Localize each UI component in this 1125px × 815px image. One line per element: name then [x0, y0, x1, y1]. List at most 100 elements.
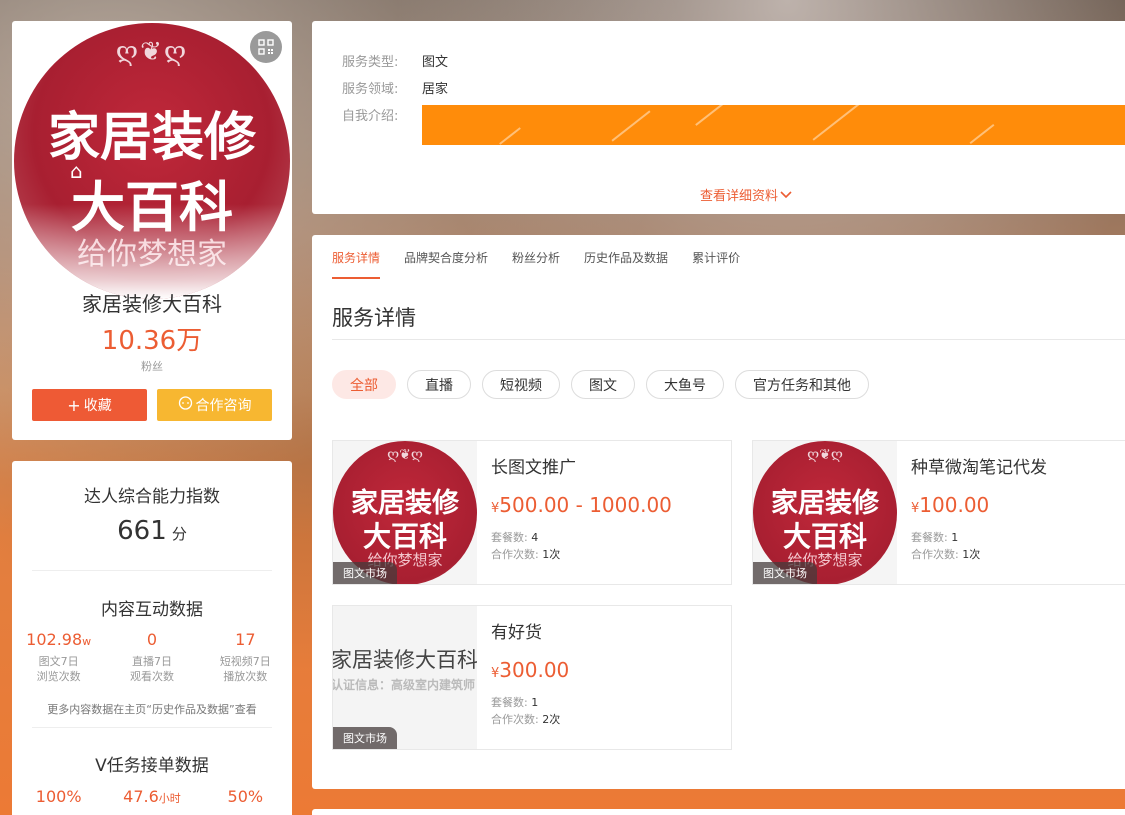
- intro-label: 自我介绍:: [342, 109, 399, 124]
- stat-value: 0: [146, 630, 158, 649]
- cooperation-count: 合作次数: 2次: [491, 711, 560, 727]
- banner-streak: [695, 105, 725, 126]
- favorite-button[interactable]: + 收藏: [32, 389, 147, 421]
- service-type-label: 服务类型:: [342, 55, 399, 70]
- chevron-down-icon: [780, 190, 792, 198]
- stat-value: 50%: [227, 787, 264, 806]
- plus-icon: +: [67, 395, 81, 415]
- interaction-title: 内容互动数据: [101, 600, 203, 620]
- package-count: 套餐数: 1: [491, 694, 538, 710]
- stat-item: 47.6小时: [105, 787, 198, 806]
- service-thumbnail: ღ❦ღ 家居装修 大百科 给你梦想家 图文市场: [333, 441, 477, 584]
- stat-label: 图文7日: [38, 655, 79, 668]
- service-card[interactable]: 家居装修大百科 认证信息：高级室内建筑师 图文市场 有好货 ¥300.00 套餐…: [332, 605, 732, 750]
- service-name: 长图文推广: [491, 458, 576, 478]
- package-count: 套餐数: 4: [491, 529, 538, 545]
- tab-brand-fit[interactable]: 品牌契合度分析: [404, 249, 488, 279]
- stat-label: 浏览次数: [36, 670, 81, 683]
- vtask-stats: 100% 47.6小时 50%: [12, 787, 292, 806]
- banner-streak: [969, 123, 995, 145]
- filter-dayu[interactable]: 大鱼号: [646, 370, 724, 399]
- fans-label: 粉丝: [141, 360, 163, 373]
- filter-bar: 全部 直播 短视频 图文 大鱼号 官方任务和其他: [332, 370, 869, 399]
- package-count-label: 套餐数:: [491, 531, 528, 544]
- tab-history[interactable]: 历史作品及数据: [584, 249, 668, 279]
- package-count: 套餐数: 1: [911, 529, 958, 545]
- market-tag: 图文市场: [333, 727, 397, 749]
- filter-all[interactable]: 全部: [332, 370, 396, 399]
- qr-code-icon[interactable]: [250, 31, 282, 63]
- filter-official-other[interactable]: 官方任务和其他: [735, 370, 869, 399]
- service-thumbnail: 家居装修大百科 认证信息：高级室内建筑师 图文市场: [333, 606, 477, 749]
- stat-label: 观看次数: [129, 670, 174, 683]
- view-more-label: 查看详细资料: [700, 189, 779, 204]
- service-thumbnail: ღ❦ღ 家居装修 大百科 给你梦想家 图文市场: [753, 441, 897, 584]
- package-count-value: 1: [951, 531, 959, 544]
- stat-value: 17: [235, 630, 256, 649]
- banner-streak: [499, 127, 521, 145]
- divider: [332, 339, 1125, 340]
- tab-fan-analysis[interactable]: 粉丝分析: [512, 249, 560, 279]
- favorite-button-label: 收藏: [83, 398, 112, 414]
- filter-image-text[interactable]: 图文: [571, 370, 635, 399]
- certificate-title: 家居装修大百科: [333, 648, 477, 672]
- banner-streak: [611, 110, 651, 142]
- cooperation-count: 合作次数: 1次: [491, 546, 560, 562]
- filter-live[interactable]: 直播: [407, 370, 471, 399]
- service-card[interactable]: ღ❦ღ 家居装修 大百科 给你梦想家 图文市场 长图文推广 ¥500.00 - …: [332, 440, 732, 585]
- service-name: 种草微淘笔记代发: [911, 458, 1047, 478]
- stat-label: 播放次数: [223, 670, 268, 683]
- detail-tabs: 服务详情 品牌契合度分析 粉丝分析 历史作品及数据 累计评价: [332, 235, 764, 279]
- banner-streak: [812, 105, 860, 141]
- package-count-value: 1: [531, 696, 539, 709]
- stat-unit: w: [82, 635, 92, 648]
- stat-unit: 小时: [158, 792, 181, 805]
- price-value: 300.00: [499, 658, 570, 682]
- tab-reviews[interactable]: 累计评价: [692, 249, 740, 279]
- stat-item: 100%: [12, 787, 105, 806]
- view-more-link[interactable]: 查看详细资料: [700, 185, 792, 204]
- stat-item: 50%: [199, 787, 292, 806]
- profile-avatar: ღ❦ღ 家居装修 ⌂ 大百科 给你梦想家: [14, 23, 290, 299]
- profile-card: ღ❦ღ 家居装修 ⌂ 大百科 给你梦想家 家居装修大百科 10.36万 粉丝 +…: [12, 21, 292, 440]
- price-value: 500.00 - 1000.00: [499, 493, 672, 517]
- service-domain-value: 居家: [422, 82, 449, 97]
- profile-name: 家居装修大百科: [82, 292, 222, 316]
- interaction-note: 更多内容数据在主页“历史作品及数据”查看: [47, 703, 257, 716]
- info-card: 服务类型: 图文 服务领域: 居家 自我介绍: 查看详细资料: [312, 21, 1125, 214]
- logo-ornament: ღ❦ღ: [115, 37, 189, 67]
- detail-card: 服务详情 品牌契合度分析 粉丝分析 历史作品及数据 累计评价 服务详情 全部 直…: [312, 235, 1125, 789]
- logo-ornament: ღ❦ღ: [807, 447, 843, 463]
- ability-title: 达人综合能力指数: [84, 487, 220, 507]
- cooperation-count-value: 1次: [962, 548, 981, 561]
- stat-label: 直播7日: [131, 655, 172, 668]
- consult-button[interactable]: 合作咨询: [157, 389, 272, 421]
- cooperation-count: 合作次数: 1次: [911, 546, 980, 562]
- price-value: 100.00: [919, 493, 990, 517]
- service-price: ¥500.00 - 1000.00: [491, 493, 672, 517]
- vtask-title: V任务接单数据: [95, 756, 209, 776]
- cooperation-count-label: 合作次数:: [911, 548, 959, 561]
- service-price: ¥300.00: [491, 658, 569, 682]
- service-card[interactable]: ღ❦ღ 家居装修 大百科 给你梦想家 图文市场 种草微淘笔记代发 ¥100.00…: [752, 440, 1125, 585]
- divider: [32, 727, 272, 728]
- ability-score: 661: [117, 516, 167, 546]
- stat-item: 102.98w 图文7日 浏览次数: [12, 630, 105, 684]
- tab-service-detail[interactable]: 服务详情: [332, 249, 381, 279]
- consult-button-label: 合作咨询: [195, 398, 252, 414]
- next-section-card: [312, 809, 1125, 815]
- service-name: 有好货: [491, 623, 542, 643]
- service-type-value: 图文: [422, 55, 449, 70]
- filter-short-video[interactable]: 短视频: [482, 370, 560, 399]
- cooperation-count-label: 合作次数:: [491, 713, 539, 726]
- section-title: 服务详情: [332, 306, 416, 330]
- ability-unit: 分: [171, 525, 187, 543]
- stat-value: 102.98: [26, 630, 83, 649]
- stat-label: 短视频7日: [219, 655, 271, 668]
- stat-value: 100%: [35, 787, 82, 806]
- stat-item: 17 短视频7日 播放次数: [199, 630, 292, 684]
- stat-item: 0 直播7日 观看次数: [105, 630, 198, 684]
- cooperation-count-value: 1次: [542, 548, 561, 561]
- divider: [32, 570, 272, 571]
- avatar-fade: [14, 204, 290, 299]
